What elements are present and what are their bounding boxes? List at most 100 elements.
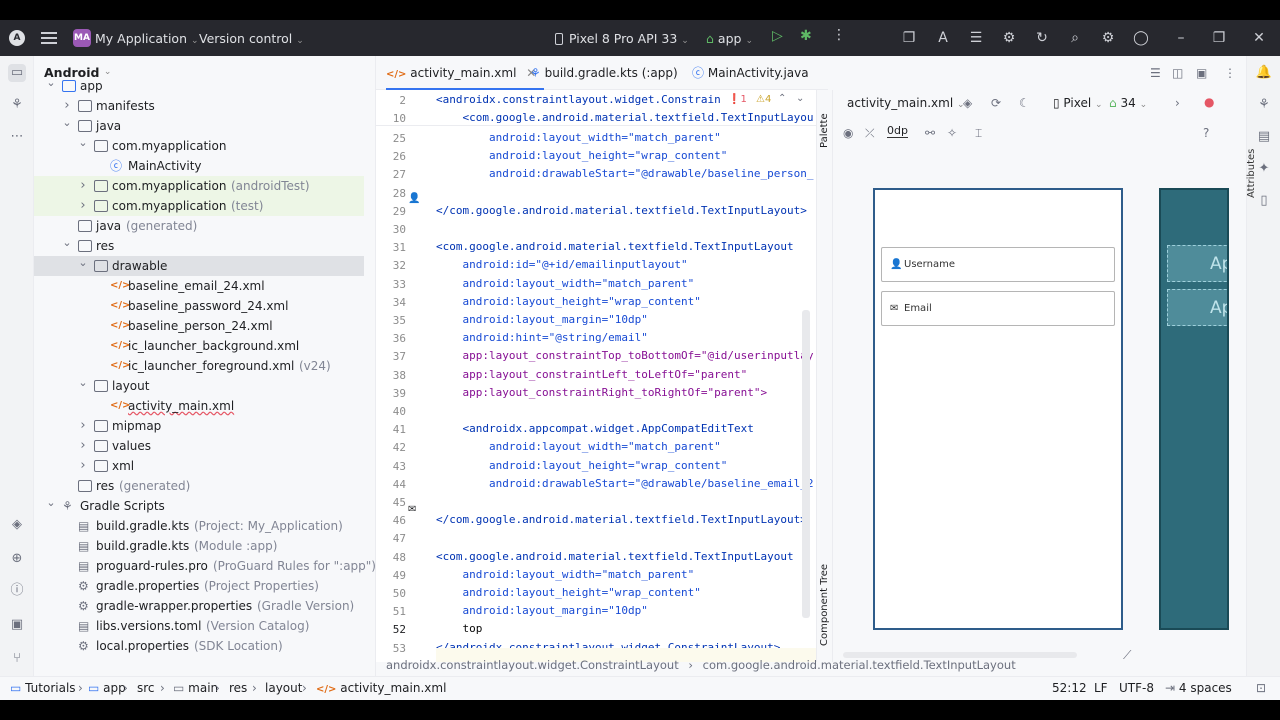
lock-icon[interactable]: ⊡	[1256, 681, 1266, 695]
tree-item[interactable]: ▤ proguard-rules.pro (ProGuard Rules for "…	[34, 556, 375, 576]
code-line[interactable]: <com.google.android.material.textfield.T…	[436, 240, 794, 253]
orientation-icon[interactable]: ⟳	[991, 96, 1001, 110]
code-line[interactable]: android:hint="@string/email"	[436, 331, 647, 344]
more-actions-icon[interactable]: ⋮	[832, 27, 846, 43]
tree-item[interactable]: </> activity_main.xml	[34, 396, 364, 416]
project-tool-icon[interactable]: ▭	[8, 64, 26, 82]
device-explorer-icon[interactable]: ▤	[1255, 128, 1273, 146]
run-config-selector[interactable]: ⌂ app ⌄	[706, 31, 753, 46]
tree-item[interactable]: › com.myapplication (test)	[34, 196, 364, 216]
error-icon[interactable]: ●	[1204, 95, 1214, 109]
code-line[interactable]: </com.google.android.material.textfield.…	[436, 513, 807, 526]
component-tree-tab[interactable]: Component Tree	[819, 564, 830, 646]
code-line[interactable]: android:layout_height="wrap_content"	[436, 149, 727, 162]
editor-scrollbar[interactable]	[802, 310, 810, 618]
night-mode-icon[interactable]: ☾	[1019, 96, 1030, 110]
more-tools-icon[interactable]: ⋯	[8, 128, 26, 146]
chevron-down-icon[interactable]: ⌄	[78, 253, 88, 273]
vcs-dropdown[interactable]: Version control ⌄	[199, 31, 304, 46]
code-line[interactable]: android:layout_width="match_parent"	[436, 131, 721, 144]
palette-tab[interactable]: Palette	[819, 113, 830, 148]
run-icon[interactable]: ▷	[772, 28, 783, 44]
tree-item[interactable]: ⚙ gradle.properties (Project Properties)	[34, 576, 364, 596]
problems-icon[interactable]: ⓘ	[8, 582, 26, 600]
code-line[interactable]: android:layout_width="match_parent"	[436, 568, 694, 581]
tree-item[interactable]: › mipmap	[34, 416, 364, 436]
code-line[interactable]: android:layout_height="wrap_content"	[436, 586, 700, 599]
nav-crumb-app[interactable]: ▭ app	[88, 681, 126, 695]
device-dropdown[interactable]: ▯ Pixel ⌄	[1053, 96, 1103, 110]
tree-item[interactable]: › com.myapplication (androidTest)	[34, 176, 364, 196]
chevron-right-icon[interactable]: ›	[78, 196, 88, 216]
chevron-right-icon[interactable]: ›	[78, 176, 88, 196]
translate-icon[interactable]: A	[934, 29, 952, 47]
git-icon[interactable]: ⑂	[8, 650, 26, 668]
close-icon[interactable]: ✕	[1250, 29, 1268, 47]
tree-item[interactable]: ⌄ com.myapplication	[34, 136, 364, 156]
design-mode-icon[interactable]: ◈	[963, 96, 972, 110]
chevron-down-icon[interactable]: ⌄	[62, 233, 72, 253]
settings-icon[interactable]: ⚙	[1099, 29, 1117, 47]
sdk-manager-icon[interactable]: ⚙	[1000, 29, 1018, 47]
code-line[interactable]: android:id="@+id/emailinputlayout"	[436, 258, 687, 271]
tree-item[interactable]: ▤ build.gradle.kts (Module :app)	[34, 536, 364, 556]
code-line[interactable]: <com.google.android.material.textfield.T…	[436, 550, 794, 563]
nav-crumb-src[interactable]: src	[137, 681, 155, 695]
running-devices-icon[interactable]: ▯	[1255, 192, 1273, 210]
code-line[interactable]: top	[436, 622, 482, 635]
main-menu-icon[interactable]	[41, 30, 57, 44]
code-line[interactable]: android:layout_height="wrap_content"	[436, 295, 700, 308]
tree-item[interactable]: › values	[34, 436, 364, 456]
chevron-right-icon[interactable]: ›	[78, 456, 88, 476]
gradle-icon[interactable]: ⚘	[1255, 96, 1273, 114]
restore-icon[interactable]: ❐	[1210, 29, 1228, 47]
gemini-icon[interactable]: ✦	[1255, 160, 1273, 178]
split-view-icon[interactable]: ◫	[1172, 56, 1183, 90]
infer-constraints-icon[interactable]: ✧	[947, 126, 957, 140]
project-badge[interactable]: MA	[73, 29, 91, 47]
code-line[interactable]: android:layout_width="match_parent"	[436, 440, 721, 453]
file-encoding[interactable]: UTF-8	[1119, 681, 1154, 695]
tree-item[interactable]: ⚙ gradle-wrapper.properties (Gradle Versio…	[34, 596, 364, 616]
notifications-icon[interactable]: 🔔	[1255, 64, 1273, 82]
warnings-indicator[interactable]: ⚠4	[756, 94, 771, 105]
code-line[interactable]: android:layout_width="match_parent"	[436, 277, 694, 290]
device-selector[interactable]: Pixel 8 Pro API 33 ⌄	[555, 31, 689, 46]
resource-manager-icon[interactable]: ⚘	[8, 96, 26, 114]
app-inspection-icon[interactable]: ⊕	[8, 550, 26, 568]
username-field[interactable]: 👤 Username	[881, 247, 1115, 282]
tree-item[interactable]: ▤ libs.versions.toml (Version Catalog)	[34, 616, 364, 636]
code-line[interactable]: android:drawableStart="@drawable/baselin…	[436, 477, 814, 490]
code-view-icon[interactable]: ☰	[1150, 56, 1161, 90]
tree-item[interactable]: ▤ build.gradle.kts (Project: My_Applicatio…	[34, 516, 364, 536]
line-separator[interactable]: LF	[1094, 681, 1108, 695]
chevron-down-icon[interactable]: ⌄	[46, 493, 56, 513]
layout-file-dropdown[interactable]: activity_main.xml ⌄	[847, 96, 965, 110]
code-line[interactable]: app:layout_constraintLeft_toLeftOf="pare…	[436, 368, 747, 381]
tab-build-gradle[interactable]: ⚘ build.gradle.kts (:app)	[530, 56, 678, 90]
resize-handle-icon[interactable]: ⟋	[1123, 648, 1131, 663]
code-line[interactable]: app:layout_constraintRight_toRightOf="pa…	[436, 386, 767, 399]
tree-item[interactable]: </> ic_launcher_background.xml	[34, 336, 364, 356]
tree-item[interactable]: ⌄ layout	[34, 376, 364, 396]
tree-item[interactable]: › manifests	[34, 96, 364, 116]
tree-item[interactable]: </> baseline_password_24.xml	[34, 296, 364, 316]
problems-indicator[interactable]: ❗1	[728, 94, 747, 105]
tree-item[interactable]: java (generated)	[34, 216, 364, 236]
search-icon[interactable]: ⌕	[1066, 29, 1084, 47]
caret-position[interactable]: 52:12	[1052, 681, 1087, 695]
nav-crumb-res[interactable]: res	[229, 681, 247, 695]
code-line[interactable]: android:layout_margin="10dp"	[436, 313, 647, 326]
android-studio-logo-icon[interactable]: A	[9, 30, 25, 46]
chevron-down-icon[interactable]: ⌄	[46, 73, 56, 93]
tab-main-activity[interactable]: ⓒ MainActivity.java	[692, 56, 809, 90]
tree-item[interactable]: › xml	[34, 456, 364, 476]
code-line[interactable]: </com.google.android.material.textfield.…	[436, 204, 807, 217]
indent-setting[interactable]: ⇥ 4 spaces	[1165, 681, 1232, 695]
breadcrumb-item[interactable]: androidx.constraintlayout.widget.Constra…	[386, 658, 679, 672]
blueprint-preview[interactable]: Ap Ap	[1159, 188, 1229, 630]
tree-item[interactable]: res (generated)	[34, 476, 364, 496]
prev-highlight-icon[interactable]: ⌃	[778, 93, 786, 104]
design-preview[interactable]: 👤 Username ✉ Email	[873, 188, 1123, 630]
design-view-icon[interactable]: ▣	[1196, 56, 1207, 90]
